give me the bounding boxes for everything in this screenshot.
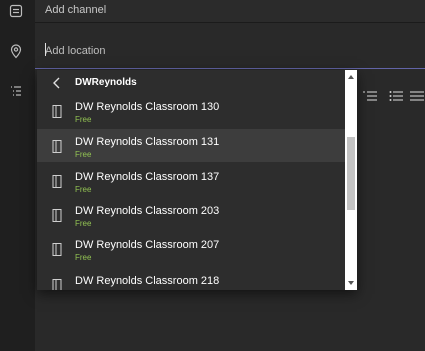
room-status: Free bbox=[75, 115, 92, 124]
location-field[interactable] bbox=[35, 34, 425, 69]
room-name: DW Reynolds Classroom 131 bbox=[75, 136, 220, 148]
room-option[interactable]: DW Reynolds Classroom 207 Free bbox=[37, 232, 345, 265]
location-pin-icon bbox=[10, 44, 22, 59]
room-name: DW Reynolds Classroom 137 bbox=[75, 171, 220, 183]
details-list-icon bbox=[11, 86, 21, 96]
add-channel-label: Add channel bbox=[45, 4, 107, 16]
door-icon bbox=[52, 279, 62, 290]
room-status: Free bbox=[75, 185, 92, 194]
dropdown-header: DWReynolds bbox=[37, 70, 345, 96]
room-name: DW Reynolds Classroom 203 bbox=[75, 205, 220, 217]
room-option[interactable]: DW Reynolds Classroom 218 bbox=[37, 268, 345, 290]
room-option[interactable]: DW Reynolds Classroom 131 Free bbox=[37, 129, 345, 162]
channel-icon bbox=[9, 4, 23, 18]
room-status: Free bbox=[75, 150, 92, 159]
location-suggestions-dropdown: DWReynolds DW Reynolds Classroom 130 Fre… bbox=[37, 70, 357, 290]
location-input[interactable] bbox=[45, 42, 405, 60]
scroll-up-arrow-icon[interactable] bbox=[345, 72, 357, 82]
room-name: DW Reynolds Classroom 218 bbox=[75, 275, 220, 287]
room-name: DW Reynolds Classroom 207 bbox=[75, 239, 220, 251]
room-name: DW Reynolds Classroom 130 bbox=[75, 101, 220, 113]
form-icon-rail bbox=[0, 0, 35, 351]
door-icon bbox=[52, 243, 62, 256]
dropdown-scrollbar[interactable] bbox=[345, 70, 357, 290]
dropdown-title: DWReynolds bbox=[75, 77, 137, 88]
door-icon bbox=[52, 209, 62, 222]
door-icon bbox=[52, 175, 62, 188]
room-status: Free bbox=[75, 253, 92, 262]
room-option[interactable]: DW Reynolds Classroom 137 Free bbox=[37, 164, 345, 197]
text-caret bbox=[45, 43, 46, 56]
room-option[interactable]: DW Reynolds Classroom 130 Free bbox=[37, 94, 345, 127]
numbered-list-icon[interactable] bbox=[363, 90, 377, 102]
room-list: DW Reynolds Classroom 130 Free DW Reynol… bbox=[37, 94, 345, 290]
room-option[interactable]: DW Reynolds Classroom 203 Free bbox=[37, 198, 345, 231]
scroll-down-arrow-icon[interactable] bbox=[345, 278, 357, 288]
scrollbar-thumb[interactable] bbox=[347, 137, 355, 210]
add-channel-field[interactable]: Add channel bbox=[35, 0, 425, 23]
list-icon[interactable] bbox=[410, 90, 424, 102]
new-meeting-form: Add channel DWReynolds bbox=[0, 0, 425, 351]
chevron-left-icon[interactable] bbox=[49, 75, 65, 91]
door-icon bbox=[52, 105, 62, 118]
door-icon bbox=[52, 140, 62, 153]
bulleted-list-icon[interactable] bbox=[389, 90, 403, 102]
room-status: Free bbox=[75, 219, 92, 228]
